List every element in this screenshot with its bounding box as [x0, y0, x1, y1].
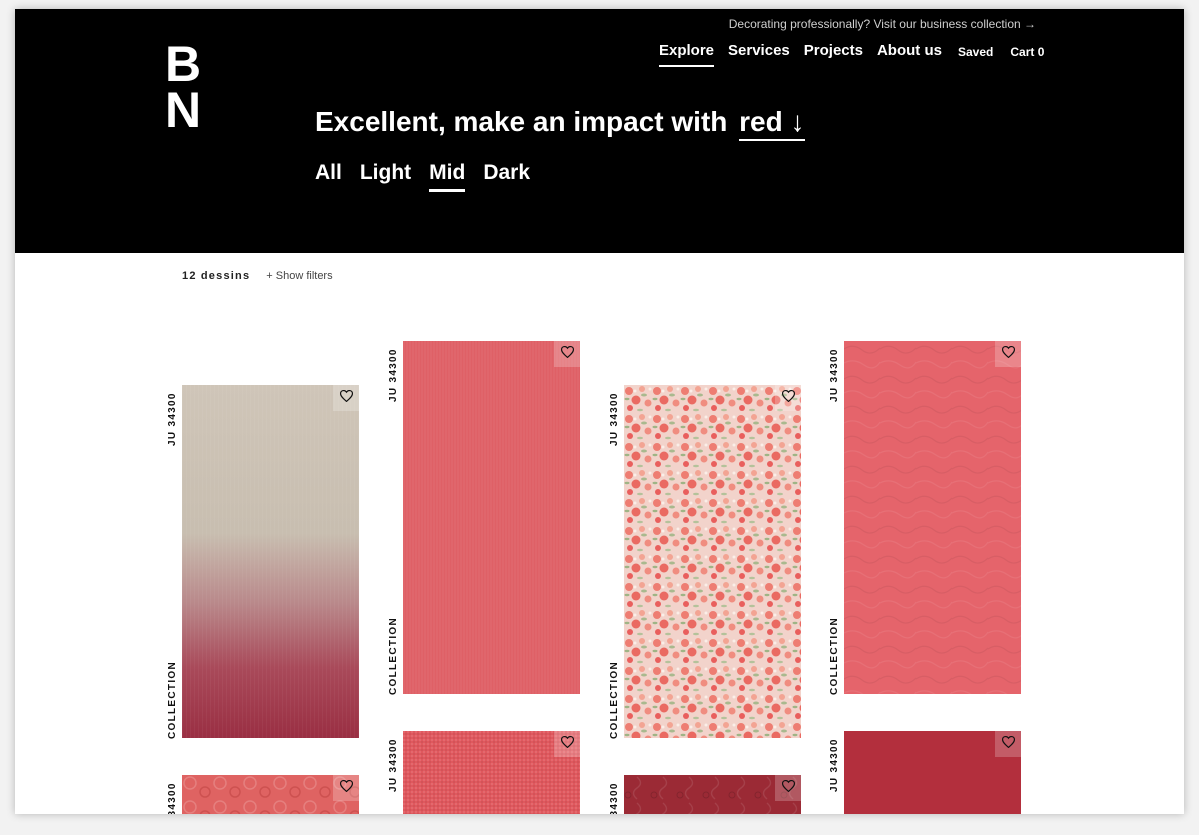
heart-icon	[560, 735, 574, 753]
product-code: JU 34300	[167, 392, 178, 446]
swatch-ombre-texture	[182, 385, 359, 738]
heart-icon	[1001, 735, 1015, 753]
tab-mid[interactable]: Mid	[429, 161, 466, 192]
headline-text: Excellent, make an impact with	[315, 106, 728, 137]
product-collection: COLLECTION	[829, 617, 840, 695]
color-selector-label: red	[739, 106, 783, 137]
cart-label: Cart	[1010, 45, 1035, 59]
heart-icon	[339, 389, 353, 407]
nav-projects[interactable]: Projects	[804, 42, 863, 67]
product-swatch[interactable]	[182, 385, 359, 738]
product-swatch[interactable]	[403, 341, 580, 694]
save-favorite-button[interactable]	[775, 775, 801, 801]
arrow-down-icon: ↓	[790, 106, 805, 137]
show-filters-button[interactable]: + Show filters	[266, 270, 332, 282]
save-favorite-button[interactable]	[333, 775, 359, 801]
save-favorite-button[interactable]	[554, 341, 580, 367]
nav-about-us[interactable]: About us	[877, 42, 942, 67]
nav-explore[interactable]: Explore	[659, 42, 715, 67]
utility-nav: Saved Cart 0	[958, 45, 1044, 59]
heart-icon	[560, 345, 574, 363]
product-code: JU 34300	[829, 738, 840, 792]
browser-window: Decorating professionally? Visit our bus…	[15, 9, 1184, 814]
heart-icon	[781, 779, 795, 797]
heart-icon	[781, 389, 795, 407]
product-swatch[interactable]	[182, 775, 359, 814]
product-code: JU 34300	[829, 348, 840, 402]
product-code: JU 34300	[388, 348, 399, 402]
product-collection: COLLECTION	[609, 661, 620, 739]
hero-header: Decorating professionally? Visit our bus…	[15, 9, 1184, 253]
tab-dark[interactable]: Dark	[483, 161, 530, 192]
save-favorite-button[interactable]	[995, 341, 1021, 367]
main-nav: Explore Services Projects About us	[659, 42, 956, 67]
save-favorite-button[interactable]	[333, 385, 359, 411]
color-selector[interactable]: red ↓	[739, 106, 805, 141]
business-collection-link[interactable]: Decorating professionally? Visit our bus…	[729, 17, 1036, 31]
product-swatch[interactable]	[844, 731, 1021, 814]
saved-link[interactable]: Saved	[958, 45, 993, 59]
cart-link[interactable]: Cart 0	[1010, 45, 1044, 59]
cart-count: 0	[1037, 45, 1045, 59]
swatch-plain-texture	[403, 341, 580, 694]
product-collection: COLLECTION	[167, 661, 178, 739]
swatch-crinkle-texture	[844, 341, 1021, 694]
product-code: JU 34300	[167, 782, 178, 814]
product-code: JU 34300	[609, 782, 620, 814]
heart-icon	[339, 779, 353, 797]
tab-all[interactable]: All	[315, 161, 342, 192]
product-code: JU 34300	[609, 392, 620, 446]
heart-icon	[1001, 345, 1015, 363]
product-swatch[interactable]	[403, 731, 580, 814]
product-swatch[interactable]	[624, 775, 801, 814]
tone-tabs: All Light Mid Dark	[315, 161, 530, 192]
page-headline: Excellent, make an impact with red ↓	[315, 106, 805, 141]
tab-light[interactable]: Light	[360, 161, 411, 192]
logo-letter-bottom: N	[165, 82, 202, 138]
save-favorite-button[interactable]	[995, 731, 1021, 757]
product-swatch[interactable]	[624, 385, 801, 738]
product-swatch[interactable]	[844, 341, 1021, 694]
save-favorite-button[interactable]	[554, 731, 580, 757]
swatch-floral-texture	[624, 385, 801, 738]
results-toolbar: 12 dessins + Show filters	[182, 270, 333, 282]
logo-letter-top: B	[165, 36, 202, 92]
nav-services[interactable]: Services	[728, 42, 790, 67]
brand-logo[interactable]: B N	[165, 36, 202, 138]
result-count: 12 dessins	[182, 270, 251, 282]
product-collection: COLLECTION	[388, 617, 399, 695]
save-favorite-button[interactable]	[775, 385, 801, 411]
product-code: JU 34300	[388, 738, 399, 792]
